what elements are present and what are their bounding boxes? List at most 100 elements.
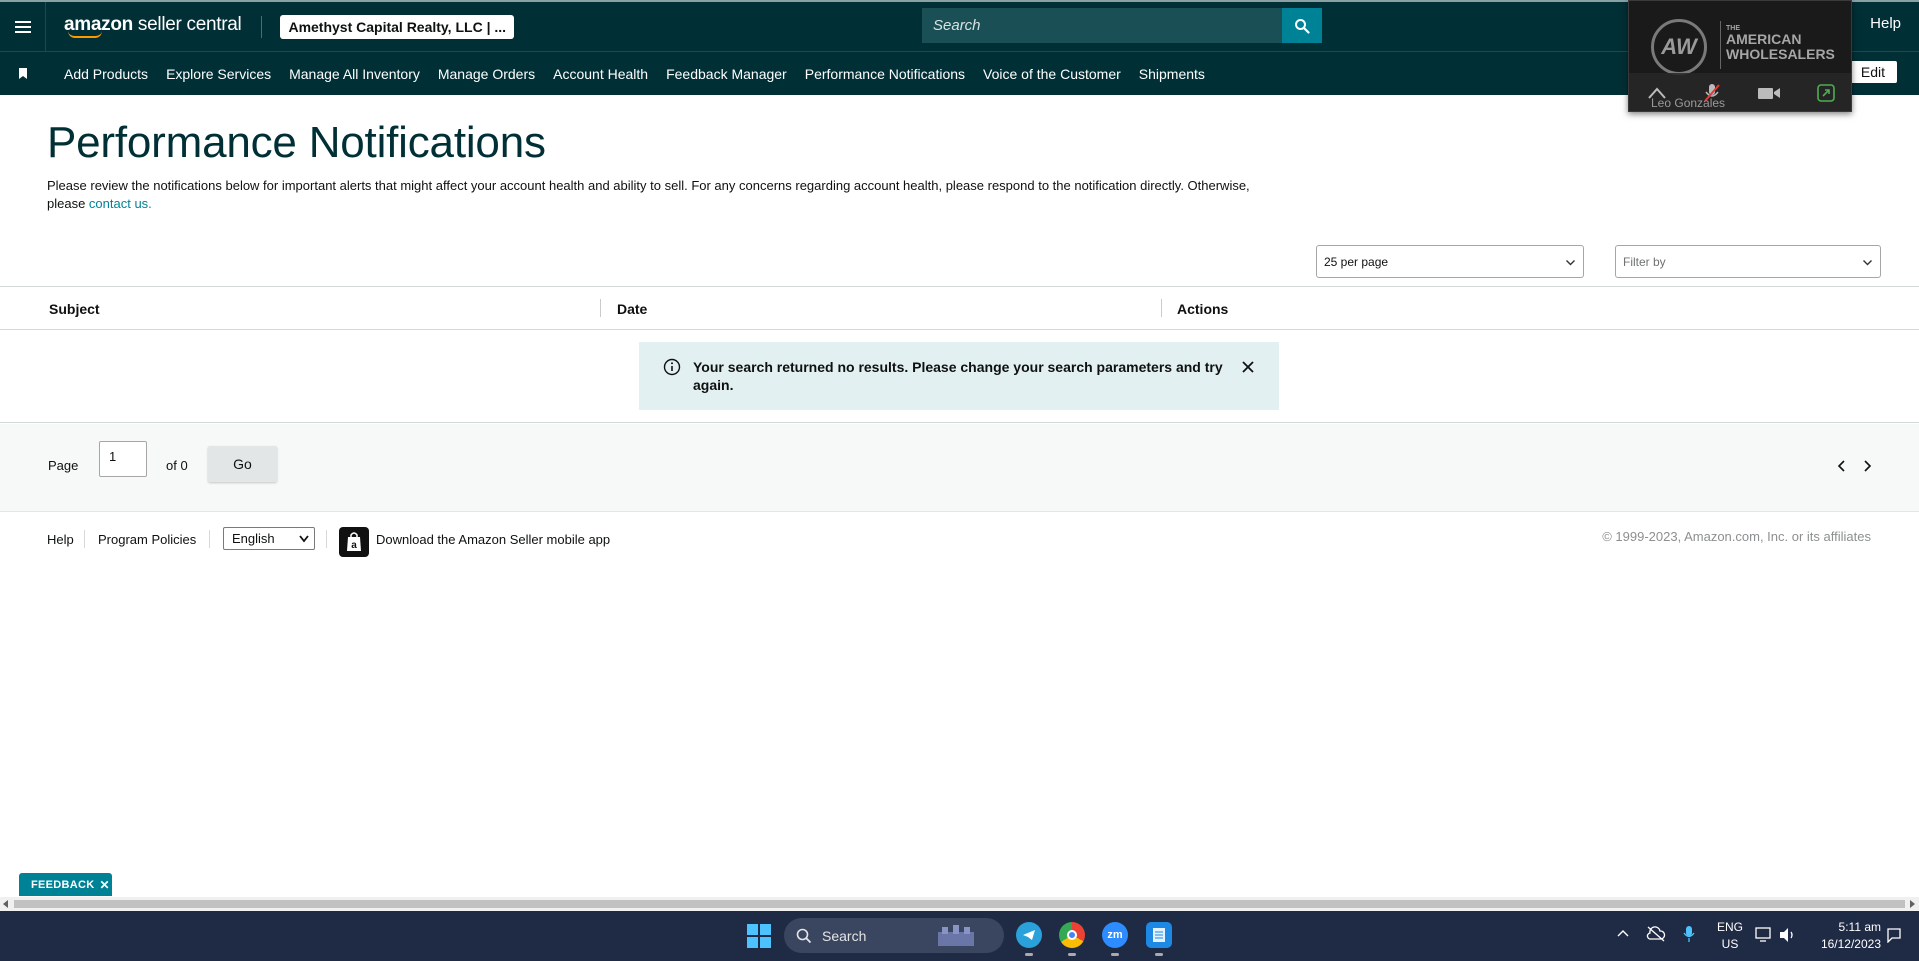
info-icon (663, 358, 681, 376)
input-language-indicator[interactable]: ENG US (1717, 919, 1743, 953)
microphone-icon[interactable] (1683, 925, 1695, 943)
filter-by-select[interactable]: Filter by (1615, 245, 1881, 278)
running-indicator (1025, 953, 1033, 956)
contact-us-link[interactable]: contact us. (89, 196, 152, 211)
column-divider (600, 299, 601, 317)
page-title: Performance Notifications (47, 118, 546, 167)
column-header-subject[interactable]: Subject (49, 301, 100, 317)
search-bar (922, 8, 1322, 43)
search-icon (796, 928, 812, 943)
edit-nav-button[interactable]: Edit (1848, 61, 1897, 83)
horizontal-scrollbar[interactable] (0, 897, 1919, 911)
footer-help-link[interactable]: Help (47, 532, 74, 547)
video-call-overlay[interactable]: AW THE AMERICAN WHOLESALERS Leo Gonzales (1628, 0, 1852, 112)
program-policies-link[interactable]: Program Policies (98, 532, 196, 547)
telegram-icon[interactable] (1016, 922, 1042, 956)
zoom-label: zm (1107, 929, 1123, 941)
amazon-smile-icon (68, 31, 102, 38)
download-app-link[interactable]: Download the Amazon Seller mobile app (376, 532, 610, 547)
column-header-date[interactable]: Date (617, 301, 647, 317)
nav-items: Add Products Explore Services Manage All I… (64, 66, 1223, 82)
notifications-icon[interactable] (1886, 927, 1902, 943)
chrome-icon[interactable] (1059, 922, 1085, 956)
header-divider (261, 15, 263, 38)
column-divider (1161, 299, 1162, 317)
close-icon[interactable]: ✕ (100, 878, 110, 892)
scroll-left-icon[interactable] (3, 900, 9, 908)
close-icon[interactable] (1241, 360, 1255, 374)
description-text: Please review the notifications below fo… (47, 178, 1250, 211)
footer-divider (209, 530, 210, 548)
account-switcher[interactable]: Amethyst Capital Realty, LLC | ... (280, 14, 515, 39)
cloud-offline-icon[interactable] (1646, 926, 1666, 942)
notepad-icon[interactable] (1146, 922, 1172, 956)
page-label: Page (48, 458, 79, 473)
chevron-down-icon (1566, 260, 1575, 266)
nav-item-shipments[interactable]: Shipments (1139, 66, 1205, 82)
taskbar-search-label: Search (822, 927, 867, 944)
search-input[interactable] (922, 8, 1282, 43)
language-value: English (232, 531, 275, 546)
chevron-down-icon (299, 535, 309, 543)
american-wholesalers-logo-icon: AW (1651, 19, 1707, 75)
language-code: ENG (1717, 920, 1744, 934)
feedback-label: FEEDBACK (31, 878, 95, 891)
no-results-message: Your search returned no results. Please … (693, 359, 1223, 393)
svg-text:a: a (351, 540, 357, 551)
amazon-app-icon[interactable]: a (339, 527, 369, 557)
clock-date: 16/12/2023 (1820, 937, 1881, 951)
scroll-right-icon[interactable] (1909, 900, 1915, 908)
bookmark-icon[interactable] (0, 67, 46, 80)
windows-start-icon[interactable] (747, 924, 771, 948)
per-page-value: 25 per page (1324, 254, 1389, 269)
nav-item-voice-of-the-customer[interactable]: Voice of the Customer (983, 66, 1121, 82)
search-icon (1295, 18, 1310, 34)
camera-icon[interactable] (1757, 85, 1781, 101)
footer-divider (326, 530, 327, 548)
nav-item-manage-orders[interactable]: Manage Orders (438, 66, 535, 82)
overlay-divider (1720, 21, 1721, 69)
filter-by-placeholder: Filter by (1623, 254, 1666, 269)
seller-central-logo[interactable]: amazon seller central (64, 14, 242, 38)
taskbar-search[interactable]: Search (784, 918, 1004, 953)
page-number-input[interactable]: 1 (99, 441, 147, 477)
page-total-label: of 0 (166, 458, 188, 473)
volume-icon[interactable] (1779, 927, 1797, 943)
pagination-bar: Page 1 of 0 Go (0, 424, 1919, 512)
chrome-center (1067, 930, 1077, 940)
feedback-tab[interactable]: FEEDBACK ✕ (19, 873, 112, 896)
running-indicator (1068, 953, 1076, 956)
language-select[interactable]: English (223, 527, 315, 550)
region-code: US (1721, 937, 1739, 951)
nav-item-manage-all-inventory[interactable]: Manage All Inventory (289, 66, 420, 82)
search-button[interactable] (1282, 8, 1322, 43)
table-body: Your search returned no results. Please … (0, 330, 1919, 423)
hamburger-menu-icon[interactable] (0, 2, 46, 51)
clock-time: 5:11 am (1838, 920, 1881, 934)
running-indicator (1111, 953, 1119, 956)
nav-item-account-health[interactable]: Account Health (553, 66, 648, 82)
nav-item-feedback-manager[interactable]: Feedback Manager (666, 66, 787, 82)
overlay-title-line2: WHOLESALERS (1726, 46, 1835, 63)
windows-taskbar: Search zm ENG US 5:11 am 16/12/2023 (0, 911, 1919, 961)
copyright-text: © 1999-2023, Amazon.com, Inc. or its aff… (1602, 529, 1871, 544)
zoom-icon[interactable]: zm (1102, 922, 1128, 956)
share-screen-icon[interactable] (1817, 84, 1835, 102)
go-button[interactable]: Go (208, 446, 277, 482)
system-clock[interactable]: 5:11 am 16/12/2023 (1821, 919, 1881, 953)
participant-name: Leo Gonzales (1651, 96, 1726, 110)
page-description: Please review the notifications below fo… (47, 177, 1287, 213)
overlay-title: THE AMERICAN WHOLESALERS (1726, 25, 1835, 62)
chevron-up-icon[interactable] (1617, 929, 1629, 937)
scrollbar-thumb[interactable] (14, 900, 1905, 908)
nav-item-add-products[interactable]: Add Products (64, 66, 148, 82)
logo-rest-text: seller central (132, 14, 242, 35)
nav-item-explore-services[interactable]: Explore Services (166, 66, 271, 82)
nav-item-performance-notifications[interactable]: Performance Notifications (805, 66, 965, 82)
network-icon[interactable] (1755, 927, 1773, 943)
chevron-right-icon[interactable] (1862, 460, 1872, 472)
per-page-select[interactable]: 25 per page (1316, 245, 1584, 278)
help-link[interactable]: Help (1870, 15, 1901, 32)
footer-divider (84, 530, 85, 548)
chevron-left-icon[interactable] (1837, 460, 1847, 472)
